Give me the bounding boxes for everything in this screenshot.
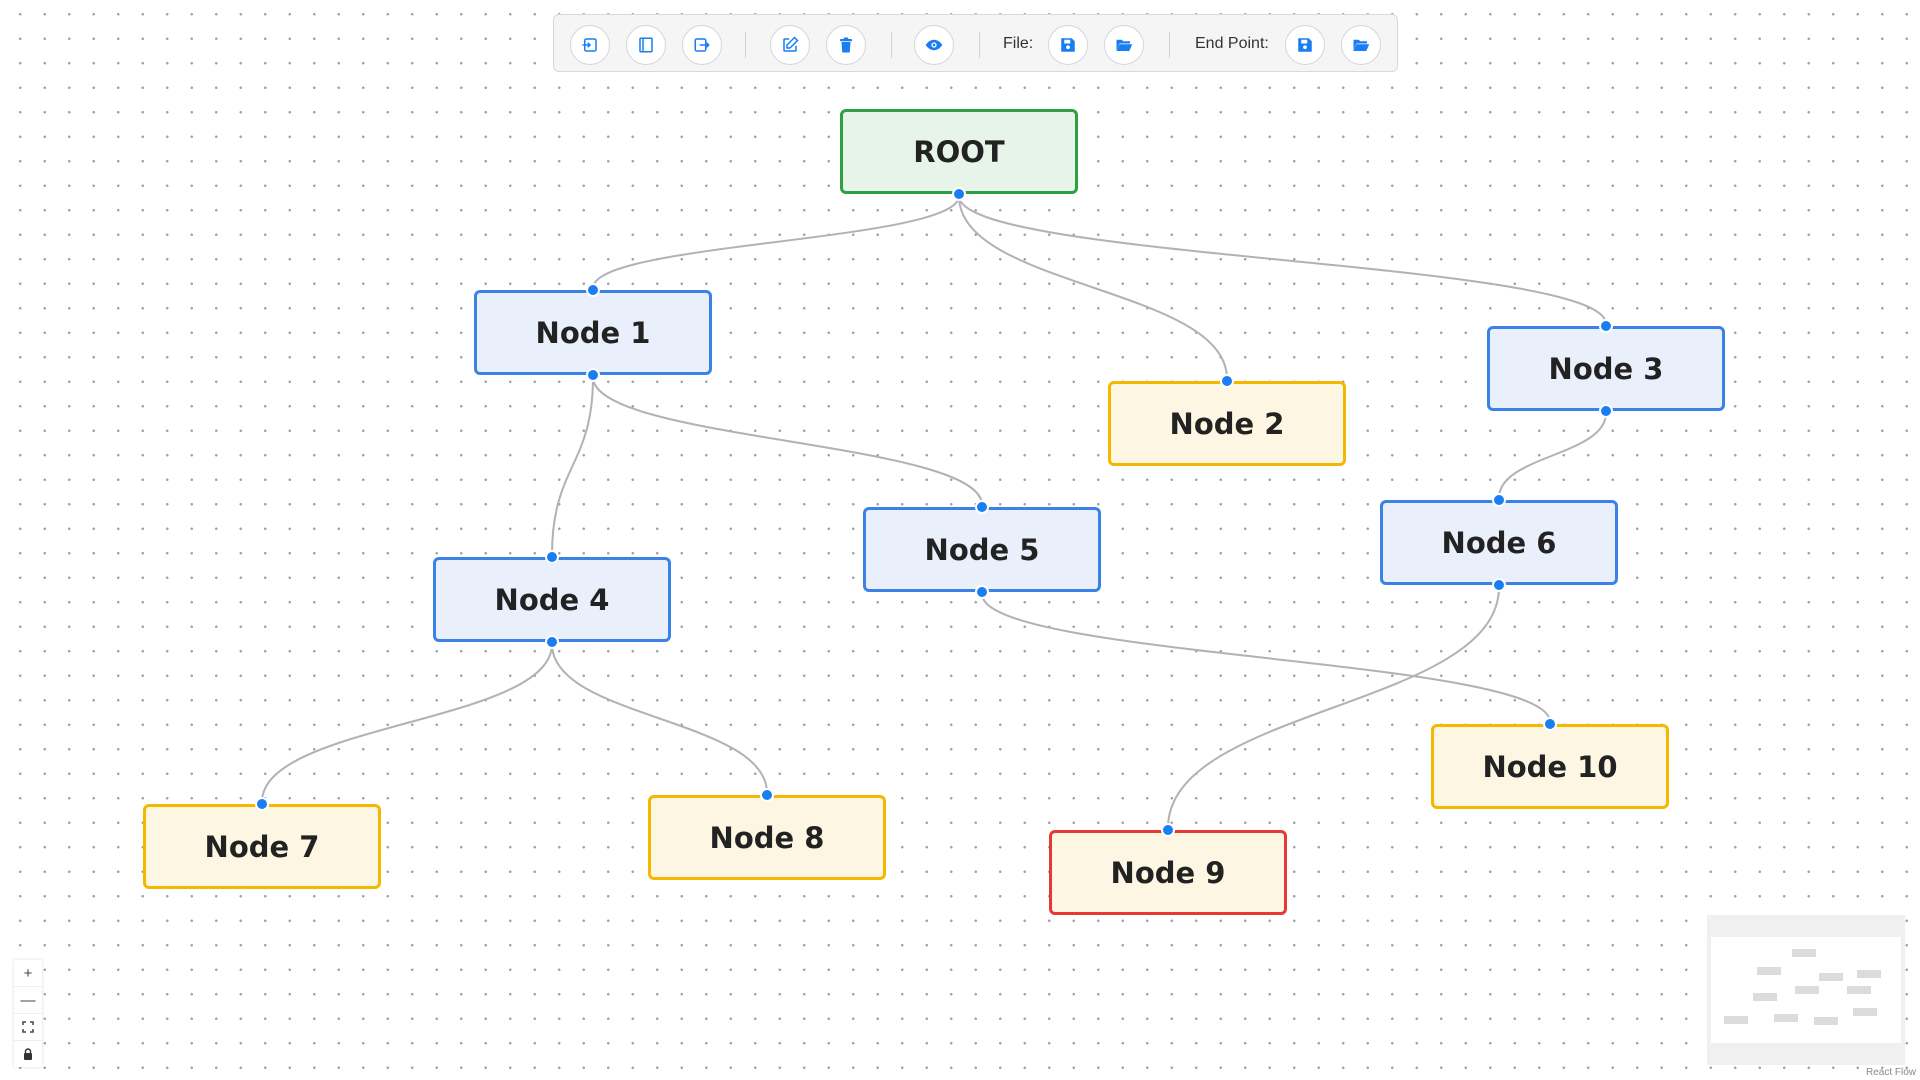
minimap-node [1753,993,1777,1001]
edge-root-n2[interactable] [958,195,1228,380]
minimap[interactable] [1707,915,1905,1065]
source-handle[interactable] [1599,404,1613,418]
source-handle[interactable] [545,635,559,649]
node-3[interactable]: Node 3 [1487,326,1725,411]
minimap-node [1757,967,1781,975]
minimap-node [1819,973,1843,981]
node-4[interactable]: Node 4 [433,557,671,642]
minimap-node [1814,1017,1838,1025]
edge-n4-n7[interactable] [261,643,553,803]
node-8[interactable]: Node 8 [648,795,886,880]
minimap-node [1857,970,1881,978]
source-handle[interactable] [586,368,600,382]
minimap-node [1774,1014,1798,1022]
edge-n1-n5[interactable] [592,376,983,506]
edge-root-n3[interactable] [958,195,1607,325]
node-1[interactable]: Node 1 [474,290,712,375]
node-label: Node 9 [1110,855,1226,890]
target-handle[interactable] [545,550,559,564]
fit-view-icon [22,1021,34,1033]
minimap-node [1724,1016,1748,1024]
node-label: Node 10 [1482,749,1618,784]
source-handle[interactable] [952,187,966,201]
attribution[interactable]: React Flow [1866,1067,1916,1078]
node-label: Node 7 [204,829,320,864]
zoom-out-button[interactable]: — [14,987,42,1014]
node-label: ROOT [913,134,1005,169]
minimap-canvas [1711,937,1901,1043]
node-10[interactable]: Node 10 [1431,724,1669,809]
minimap-node [1795,986,1819,994]
fit-view-button[interactable] [14,1014,42,1041]
node-label: Node 8 [709,820,825,855]
target-handle[interactable] [760,788,774,802]
source-handle[interactable] [1492,578,1506,592]
target-handle[interactable] [1161,823,1175,837]
node-2[interactable]: Node 2 [1108,381,1346,466]
target-handle[interactable] [1220,374,1234,388]
node-label: Node 4 [494,582,610,617]
node-root[interactable]: ROOT [840,109,1078,194]
target-handle[interactable] [255,797,269,811]
edge-root-n1[interactable] [592,195,960,289]
lock-button[interactable] [14,1041,42,1067]
zoom-in-button[interactable]: + [14,960,42,987]
edge-n1-n4[interactable] [551,376,594,556]
target-handle[interactable] [1599,319,1613,333]
zoom-controls: + — [14,960,42,1067]
minimap-node [1847,986,1871,994]
node-6[interactable]: Node 6 [1380,500,1618,585]
node-7[interactable]: Node 7 [143,804,381,889]
edge-n5-n10[interactable] [981,593,1551,723]
node-5[interactable]: Node 5 [863,507,1101,592]
source-handle[interactable] [975,585,989,599]
target-handle[interactable] [586,283,600,297]
node-label: Node 1 [535,315,651,350]
minus-icon: — [20,991,36,1009]
target-handle[interactable] [1492,493,1506,507]
node-label: Node 2 [1169,406,1285,441]
target-handle[interactable] [975,500,989,514]
lock-icon [24,1048,32,1060]
plus-icon: + [23,964,33,982]
node-9[interactable]: Node 9 [1049,830,1287,915]
node-label: Node 6 [1441,525,1557,560]
node-label: Node 5 [924,532,1040,567]
target-handle[interactable] [1543,717,1557,731]
minimap-node [1853,1008,1877,1016]
edge-n4-n8[interactable] [551,643,768,794]
node-label: Node 3 [1548,351,1664,386]
edge-n3-n6[interactable] [1498,412,1607,499]
minimap-node [1792,949,1816,957]
